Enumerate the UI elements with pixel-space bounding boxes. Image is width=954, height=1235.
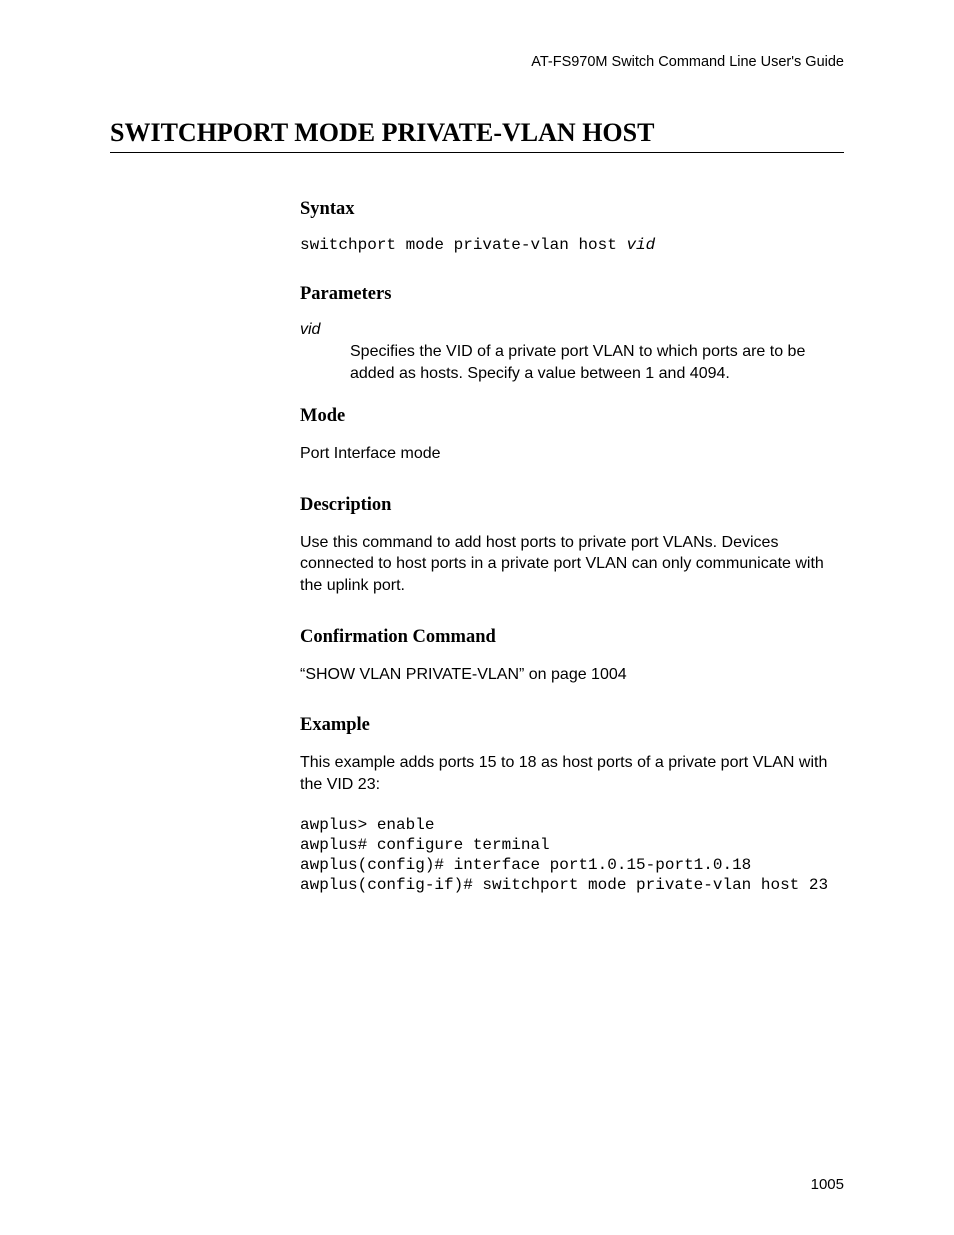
page-number: 1005	[811, 1176, 844, 1193]
mode-body: Port Interface mode	[300, 443, 844, 465]
header-guide-title: AT-FS970M Switch Command Line User's Gui…	[110, 54, 844, 70]
example-code: awplus> enable awplus# configure termina…	[300, 815, 844, 895]
param-desc-vid: Specifies the VID of a private port VLAN…	[350, 341, 844, 384]
syntax-base: switchport mode private-vlan host	[300, 236, 626, 254]
syntax-command: switchport mode private-vlan host vid	[300, 236, 844, 254]
section-heading-description: Description	[300, 495, 844, 516]
confirmation-body: “SHOW VLAN PRIVATE-VLAN” on page 1004	[300, 664, 844, 686]
param-term-vid: vid	[300, 321, 844, 339]
description-body: Use this command to add host ports to pr…	[300, 532, 844, 597]
section-heading-parameters: Parameters	[300, 284, 844, 305]
command-title: SWITCHPORT MODE PRIVATE-VLAN HOST	[110, 118, 844, 153]
section-heading-example: Example	[300, 715, 844, 736]
syntax-arg: vid	[626, 236, 655, 254]
example-intro: This example adds ports 15 to 18 as host…	[300, 752, 844, 795]
page-container: AT-FS970M Switch Command Line User's Gui…	[0, 0, 954, 1235]
content-body: Syntax switchport mode private-vlan host…	[300, 199, 844, 895]
section-heading-syntax: Syntax	[300, 199, 844, 220]
section-heading-mode: Mode	[300, 406, 844, 427]
section-heading-confirmation: Confirmation Command	[300, 627, 844, 648]
